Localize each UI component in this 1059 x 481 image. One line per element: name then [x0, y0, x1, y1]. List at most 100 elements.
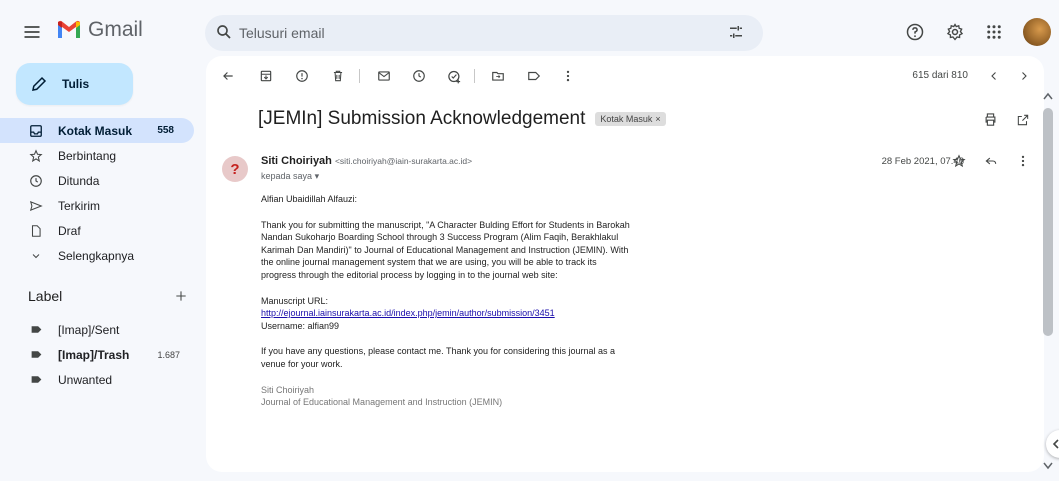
star-icon	[28, 148, 44, 163]
print-icon[interactable]	[983, 112, 998, 127]
signature-org: Journal of Educational Management and In…	[261, 397, 503, 408]
sender-name[interactable]: Siti Choiriyah	[261, 155, 332, 167]
move-to-folder-icon[interactable]	[490, 68, 506, 84]
toolbar-divider	[359, 69, 360, 83]
toolbar-divider	[474, 69, 475, 83]
account-avatar[interactable]	[1023, 18, 1051, 46]
sidebar-item-snoozed[interactable]: Ditunda	[0, 168, 194, 193]
chevron-down-icon	[28, 250, 44, 262]
body-paragraph: If you have any questions, please contac…	[261, 346, 616, 369]
back-arrow-icon[interactable]	[220, 68, 236, 84]
signature: Siti Choiriyah Journal of Educational Ma…	[261, 384, 631, 409]
delete-trash-icon[interactable]	[330, 68, 346, 84]
recipient-text: kepada saya	[261, 171, 313, 181]
message-panel: 615 dari 810 [JEMIn] Submission Acknowle…	[206, 56, 1044, 472]
main-menu-icon[interactable]	[20, 20, 44, 44]
sender-avatar[interactable]: ?	[222, 156, 248, 182]
subject-row: [JEMIn] Submission Acknowledgement Kotak…	[258, 108, 666, 130]
compose-label: Tulis	[62, 77, 90, 91]
more-vert-icon[interactable]	[560, 68, 576, 84]
search-bar[interactable]	[205, 15, 763, 51]
label-item-unwanted[interactable]: Unwanted	[0, 367, 194, 392]
chevron-left-icon	[1052, 439, 1059, 449]
body-paragraph: Thank you for submitting the manuscript,…	[261, 219, 630, 280]
labels-title: Label	[28, 288, 63, 304]
labels-list: [Imap]/Sent [Imap]/Trash 1.687 Unwanted	[0, 317, 200, 392]
unread-count: 558	[157, 125, 174, 136]
draft-icon	[28, 224, 44, 238]
settings-gear-icon[interactable]	[945, 22, 965, 42]
pagination-count: 615 dari 810	[912, 70, 968, 81]
sender-email: <siti.choiriyah@iain-surakarta.ac.id>	[334, 156, 473, 166]
greeting: Alfian Ubaidillah Alfauzi:	[261, 194, 358, 204]
sidebar-item-label: Draf	[58, 223, 81, 238]
message-toolbar: 615 dari 810	[206, 56, 1044, 96]
sidebar-item-drafts[interactable]: Draf	[0, 218, 194, 243]
mark-unread-mail-icon[interactable]	[376, 68, 392, 84]
label-count: 1.687	[157, 349, 180, 360]
gmail-logo[interactable]: Gmail	[56, 18, 143, 42]
report-spam-icon[interactable]	[294, 68, 310, 84]
gmail-m-icon	[58, 20, 80, 38]
add-to-tasks-icon[interactable]	[446, 68, 462, 84]
inbox-label-chip[interactable]: Kotak Masuk ×	[595, 112, 666, 126]
message-actions	[952, 154, 1030, 168]
scroll-up-arrow-icon[interactable]	[1043, 92, 1053, 100]
sidebar-item-sent[interactable]: Terkirim	[0, 193, 194, 218]
label-tag-icon	[28, 373, 44, 386]
sidebar-item-label: Terkirim	[58, 198, 100, 213]
manuscript-info: Manuscript URL: http://ejournal.iainsura…	[261, 295, 631, 333]
filter-options-icon[interactable]	[727, 23, 745, 41]
older-chevron-right-icon[interactable]	[1016, 68, 1032, 84]
pencil-icon	[30, 75, 48, 93]
email-body: Alfian Ubaidillah Alfauzi: Thank you for…	[261, 193, 631, 422]
scroll-down-arrow-icon[interactable]	[1043, 462, 1053, 470]
help-icon[interactable]	[905, 22, 925, 42]
snooze-clock-icon[interactable]	[411, 68, 427, 84]
label-name: [Imap]/Trash	[58, 347, 130, 362]
label-tag-outline-icon[interactable]	[526, 68, 542, 84]
sidebar-item-label: Kotak Masuk	[58, 123, 133, 138]
sender-line: Siti Choiriyah <siti.choiriyah@iain-sura…	[261, 155, 472, 167]
newer-chevron-left-icon[interactable]	[986, 68, 1002, 84]
sidebar-item-label: Ditunda	[58, 173, 100, 188]
remove-label-close-icon[interactable]: ×	[655, 114, 660, 124]
label-item-imap-trash[interactable]: [Imap]/Trash 1.687	[0, 342, 194, 367]
archive-icon[interactable]	[258, 68, 274, 84]
search-input[interactable]	[239, 23, 719, 43]
app-name: Gmail	[88, 18, 143, 41]
signature-name: Siti Choiriyah	[261, 384, 315, 395]
sidebar-item-inbox[interactable]: Kotak Masuk 558	[0, 118, 194, 143]
sidebar-nav: Kotak Masuk 558 Berbintang Ditunda Terki…	[0, 118, 200, 268]
open-in-new-window-icon[interactable]	[1016, 112, 1030, 127]
subject-actions	[983, 112, 1030, 127]
recipient-details-toggle[interactable]: kepada saya ▾	[261, 171, 319, 182]
sidebar-item-more[interactable]: Selengkapnya	[0, 243, 194, 268]
label-name: [Imap]/Sent	[58, 322, 120, 337]
inbox-icon	[28, 124, 44, 138]
email-subject: [JEMIn] Submission Acknowledgement	[258, 108, 586, 129]
scrollbar-thumb[interactable]	[1043, 108, 1053, 336]
sidebar-item-starred[interactable]: Berbintang	[0, 143, 194, 168]
star-toggle-icon[interactable]	[952, 154, 966, 168]
reply-arrow-icon[interactable]	[984, 154, 998, 168]
sidebar-item-label: Berbintang	[58, 148, 117, 163]
manuscript-url-link[interactable]: http://ejournal.iainsurakarta.ac.id/inde…	[261, 308, 555, 318]
send-icon	[28, 199, 44, 213]
compose-button[interactable]: Tulis	[16, 63, 133, 105]
unknown-sender-icon: ?	[230, 160, 240, 178]
label-item-imap-sent[interactable]: [Imap]/Sent	[0, 317, 194, 342]
top-right-actions	[905, 18, 1051, 46]
dropdown-caret-icon: ▾	[314, 171, 320, 181]
message-more-vert-icon[interactable]	[1016, 154, 1030, 168]
label-tag-icon	[28, 348, 44, 361]
apps-grid-icon[interactable]	[985, 23, 1003, 41]
username-line: Username: alfian99	[261, 320, 340, 331]
label-tag-icon	[28, 323, 44, 336]
search-icon[interactable]	[215, 23, 233, 41]
sidebar-item-label: Selengkapnya	[58, 248, 135, 263]
url-label: Manuscript URL:	[261, 295, 329, 306]
top-bar: Gmail	[0, 0, 1059, 64]
add-label-icon[interactable]	[174, 289, 188, 303]
label-name: Unwanted	[58, 372, 113, 387]
